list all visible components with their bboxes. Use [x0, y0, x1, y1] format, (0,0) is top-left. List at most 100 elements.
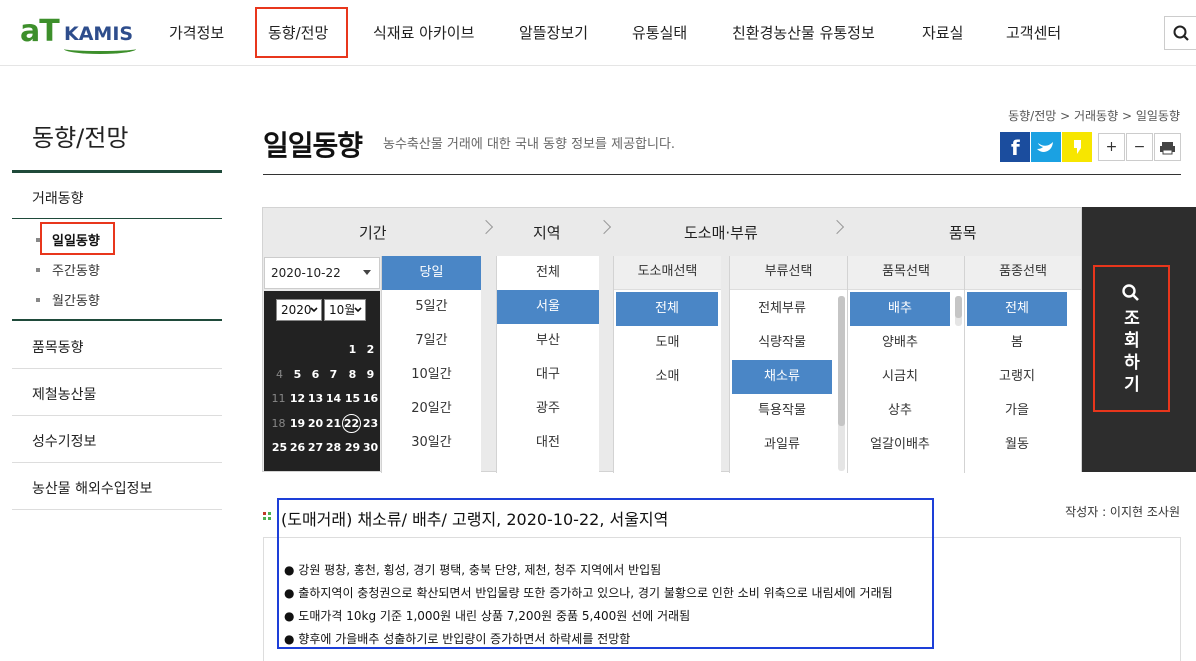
calendar-day[interactable]: 21	[325, 417, 342, 430]
calendar-day-selected[interactable]: 22	[343, 417, 360, 430]
nav-smart-shopping[interactable]: 알뜰장보기	[519, 22, 588, 43]
class-option[interactable]: 전체부류	[730, 292, 834, 326]
calendar-day[interactable]: 11	[270, 392, 287, 405]
region-option[interactable]: 대구	[497, 358, 599, 392]
nav-distribution[interactable]: 유통실태	[632, 22, 687, 43]
calendar-day[interactable]: 20	[307, 417, 324, 430]
nav-customer-center[interactable]: 고객센터	[1006, 22, 1061, 43]
nav-library[interactable]: 자료실	[922, 22, 963, 43]
item-scrollbar[interactable]	[955, 296, 962, 326]
calendar-day[interactable]: 16	[362, 392, 379, 405]
sidebar-item-peak-season[interactable]: 성수기정보	[12, 431, 222, 451]
calendar: 2020 10월 1 2 4 5 6 7 8 9 11 12 13 14 15 …	[264, 291, 380, 471]
kamis-logo[interactable]: aT KAMIS	[20, 14, 140, 54]
trade-option[interactable]: 소매	[614, 360, 721, 394]
region-option[interactable]: 서울	[497, 290, 599, 324]
class-option[interactable]: 식량작물	[730, 326, 834, 360]
calendar-day[interactable]: 19	[289, 417, 306, 430]
facebook-share-button[interactable]: f	[1000, 132, 1030, 162]
calendar-day[interactable]: 25	[271, 441, 288, 454]
kakao-share-button[interactable]	[1062, 132, 1092, 162]
nav-food-archive[interactable]: 식재료 아카이브	[373, 22, 474, 43]
sidebar-divider	[12, 509, 222, 510]
calendar-year-select[interactable]: 2020	[276, 299, 322, 321]
zoom-out-button[interactable]: −	[1126, 133, 1153, 161]
period-option[interactable]: 20일간	[382, 392, 481, 426]
calendar-month-select[interactable]: 10월	[324, 299, 366, 321]
scrollbar-thumb[interactable]	[838, 296, 845, 426]
period-list: 당일 5일간 7일간 10일간 20일간 30일간	[381, 256, 481, 473]
sidebar-divider	[12, 462, 222, 463]
region-option[interactable]: 광주	[497, 392, 599, 426]
header-search-button[interactable]	[1164, 16, 1196, 50]
calendar-day[interactable]: 14	[325, 392, 342, 405]
sidebar-item-product-trend[interactable]: 품목동향	[12, 337, 222, 357]
class-option[interactable]: 과일류	[730, 428, 834, 462]
calendar-day[interactable]: 1	[344, 343, 361, 356]
calendar-day[interactable]: 6	[307, 368, 324, 381]
sidebar-item-import-info[interactable]: 농산물 해외수입정보	[12, 478, 222, 498]
period-option[interactable]: 10일간	[382, 358, 481, 392]
class-scrollbar[interactable]	[838, 296, 845, 471]
nav-eco-products[interactable]: 친환경농산물 유통정보	[732, 22, 875, 43]
calendar-day[interactable]: 7	[325, 368, 342, 381]
region-option[interactable]: 전체	[497, 256, 599, 290]
calendar-day[interactable]: 4	[271, 368, 288, 381]
search-submit-label: 조회하기	[1124, 309, 1140, 395]
print-button[interactable]	[1154, 133, 1181, 161]
calendar-day[interactable]: 18	[270, 417, 287, 430]
date-input[interactable]: 2020-10-22	[264, 257, 380, 289]
calendar-day[interactable]: 12	[289, 392, 306, 405]
calendar-day[interactable]: 2	[362, 343, 379, 356]
calendar-day[interactable]: 26	[289, 441, 306, 454]
search-icon	[1122, 284, 1139, 301]
sidebar-divider	[12, 319, 222, 321]
calendar-day[interactable]: 8	[344, 368, 361, 381]
period-option[interactable]: 5일간	[382, 290, 481, 324]
variety-option[interactable]: 가을	[965, 394, 1069, 428]
region-option[interactable]: 대전	[497, 426, 599, 460]
class-option[interactable]: 채소류	[732, 360, 832, 394]
period-option[interactable]: 30일간	[382, 426, 481, 460]
item-option[interactable]: 양배추	[848, 326, 952, 360]
trade-option[interactable]: 도매	[614, 326, 721, 360]
variety-option[interactable]: 봄	[965, 326, 1069, 360]
caret-down-icon	[363, 270, 371, 275]
calendar-day[interactable]: 23	[362, 417, 379, 430]
kakao-icon	[1074, 140, 1081, 154]
item-option[interactable]: 상추	[848, 394, 952, 428]
calendar-day[interactable]: 9	[362, 368, 379, 381]
trade-option[interactable]: 전체	[616, 292, 718, 326]
period-option[interactable]: 7일간	[382, 324, 481, 358]
twitter-share-button[interactable]	[1031, 132, 1061, 162]
trade-type-header: 도소매선택	[614, 256, 721, 290]
nav-price-info[interactable]: 가격정보	[169, 22, 224, 43]
calendar-day[interactable]: 27	[307, 441, 324, 454]
item-option[interactable]: 배추	[850, 292, 950, 326]
sidebar-sub-monthly[interactable]: 월간동향	[52, 290, 100, 309]
sidebar-item-trade-trend[interactable]: 거래동향	[12, 188, 222, 208]
logo-kamis: KAMIS	[64, 23, 134, 45]
variety-option[interactable]: 월동	[965, 428, 1069, 462]
variety-option[interactable]: 고랭지	[965, 360, 1069, 394]
calendar-day[interactable]: 13	[307, 392, 324, 405]
chevron-right-icon	[596, 219, 612, 235]
sidebar-item-seasonal[interactable]: 제철농산물	[12, 384, 222, 404]
item-option[interactable]: 시금치	[848, 360, 952, 394]
calendar-day[interactable]: 28	[325, 441, 342, 454]
calendar-day[interactable]: 30	[362, 441, 379, 454]
scrollbar-thumb[interactable]	[955, 296, 962, 318]
class-option[interactable]: 특용작물	[730, 394, 834, 428]
period-option[interactable]: 당일	[382, 256, 481, 290]
zoom-in-button[interactable]: +	[1098, 133, 1125, 161]
chevron-right-icon	[829, 219, 845, 235]
variety-option[interactable]: 전체	[967, 292, 1067, 326]
item-list: 품목선택 배추 양배추 시금치 상추 얼갈이배추	[847, 256, 964, 473]
calendar-day[interactable]: 15	[344, 392, 361, 405]
item-option[interactable]: 얼갈이배추	[848, 428, 952, 462]
sidebar-sub-weekly[interactable]: 주간동향	[52, 260, 100, 279]
region-option[interactable]: 부산	[497, 324, 599, 358]
calendar-day[interactable]: 29	[344, 441, 361, 454]
calendar-day[interactable]: 5	[289, 368, 306, 381]
site-header: aT KAMIS 가격정보 동향/전망 식재료 아카이브 알뜰장보기 유통실태 …	[0, 0, 1196, 66]
